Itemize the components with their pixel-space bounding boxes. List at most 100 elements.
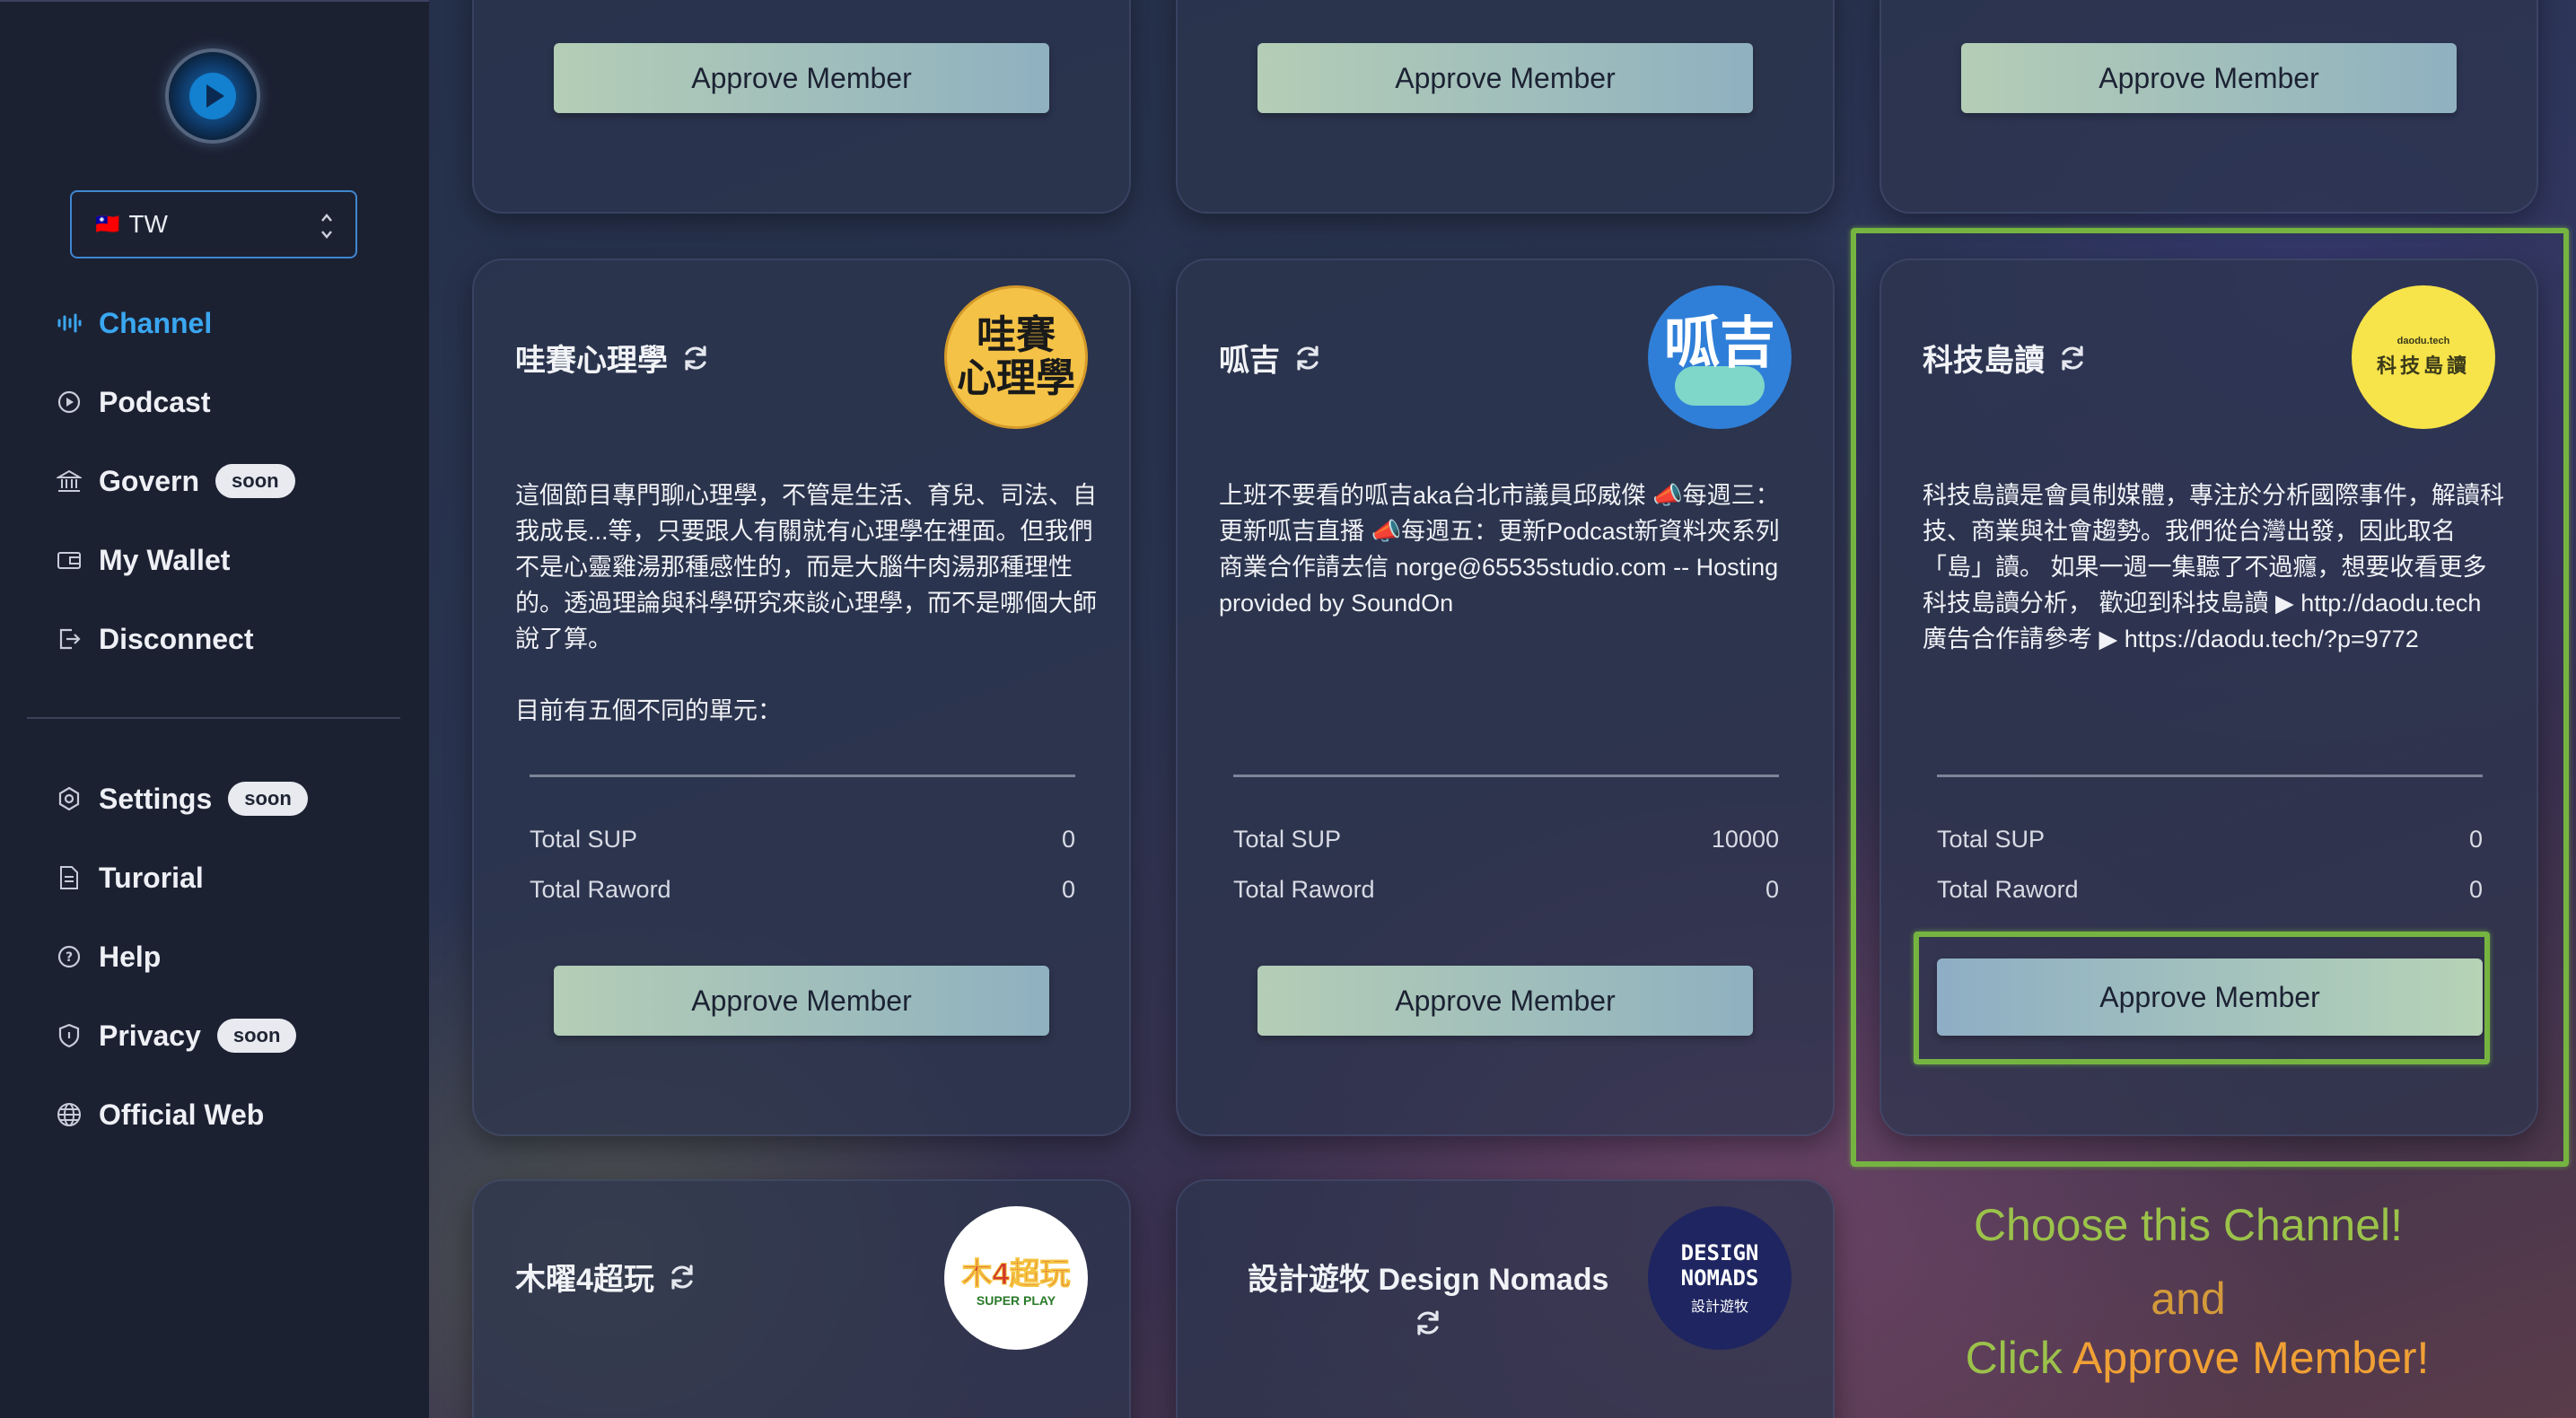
globe-icon [56, 1101, 83, 1128]
divider [1233, 775, 1779, 777]
nav-label: Disconnect [99, 622, 254, 655]
nav-label: My Wallet [99, 543, 231, 576]
total-sup-label: Total SUP [530, 826, 638, 853]
soon-badge: soon [216, 1019, 297, 1053]
description-text: 目前有五個不同的單元： [515, 697, 782, 724]
play-circle-icon [56, 389, 83, 416]
nav-label: Channel [99, 306, 213, 339]
nav-my-wallet[interactable]: My Wallet [56, 535, 230, 585]
channel-card[interactable]: 設計遊牧 Design Nomads DESIGN NOMADS 設計遊牧 [1176, 1179, 1835, 1418]
nav-disconnect[interactable]: Disconnect [56, 614, 253, 664]
nav-podcast[interactable]: Podcast [56, 377, 210, 427]
channel-card: Approve Member [1176, 0, 1835, 214]
channel-title: 木曜4超玩 [515, 1255, 697, 1299]
callout-line-2: and [2151, 1274, 2226, 1324]
help-icon: ? [56, 943, 83, 970]
channel-name: 呱吉 [1219, 344, 1280, 378]
nav-label: Privacy [99, 1019, 201, 1052]
nav-label: Help [99, 940, 162, 973]
avatar-text: 呱吉 [1663, 312, 1775, 374]
shield-icon [56, 1022, 83, 1049]
waveform-icon [56, 310, 83, 337]
description-text: 這個節目專門聊心理學，不管是生活、育兒、司法、自我成長...等，只要跟人有關就有… [515, 482, 1097, 652]
avatar-text: 哇賽 心理學 [957, 313, 1075, 400]
refresh-icon[interactable] [1292, 343, 1323, 373]
sidebar: 🇹🇼 TW Channel Podcast Govern soon My Wal… [0, 0, 429, 1418]
nav-label: Settings [99, 782, 213, 815]
nav-official-web[interactable]: Official Web [56, 1090, 264, 1140]
nav-label: Podcast [99, 385, 211, 418]
channel-title: 哇賽心理學 [515, 336, 711, 380]
nav-label: Turorial [99, 861, 204, 894]
nav-settings[interactable]: Settings soon [56, 774, 308, 824]
total-sup-row: Total SUP 10000 [1233, 826, 1779, 853]
document-icon [56, 864, 83, 891]
nav-help[interactable]: ? Help [56, 932, 161, 982]
channel-avatar: 木4超玩 SUPER PLAY [944, 1206, 1088, 1350]
refresh-icon[interactable] [667, 1262, 697, 1292]
main-content: Approve Member Approve Member Approve Me… [429, 0, 2576, 1418]
channel-avatar: 呱吉 [1648, 285, 1792, 429]
nav-tutorial[interactable]: Turorial [56, 853, 204, 903]
wallet-icon [56, 547, 83, 573]
total-sup-label: Total SUP [1233, 826, 1342, 853]
total-sup-value: 0 [1061, 826, 1075, 853]
nav-privacy[interactable]: Privacy soon [56, 1011, 297, 1061]
callout-line-1: Choose this Channel! [1973, 1200, 2404, 1250]
channel-card: Approve Member [1879, 0, 2538, 214]
nav-label: Official Web [99, 1098, 265, 1131]
callout-click: Click [1965, 1333, 2073, 1383]
nav-govern[interactable]: Govern soon [56, 456, 295, 506]
channel-card: Approve Member [472, 0, 1131, 214]
bank-icon [56, 468, 83, 495]
channel-description: 這個節目專門聊心理學，不管是生活、育兒、司法、自我成長...等，只要跟人有關就有… [515, 477, 1099, 747]
approve-member-button[interactable]: Approve Member [1257, 43, 1753, 113]
channel-avatar: 哇賽 心理學 [944, 285, 1088, 429]
nav-label: Govern [99, 464, 200, 497]
avatar-text: 木4超玩 [961, 1256, 1071, 1291]
channel-name: 哇賽心理學 [515, 344, 668, 378]
approve-member-button[interactable]: Approve Member [554, 43, 1049, 113]
total-reward-label: Total Raword [1233, 876, 1375, 903]
chevron-updown-icon [321, 214, 332, 239]
channel-description: 上班不要看的呱吉aka台北市議員邱威傑 📣每週三：更新呱吉直播 📣每週五：更新P… [1219, 477, 1802, 621]
total-reward-label: Total Raword [530, 876, 671, 903]
approve-member-button[interactable]: Approve Member [554, 966, 1049, 1036]
divider [530, 775, 1075, 777]
channel-card[interactable]: 呱吉 呱吉 上班不要看的呱吉aka台北市議員邱威傑 📣每週三：更新呱吉直播 📣每… [1176, 258, 1835, 1136]
channel-card[interactable]: 木曜4超玩 木4超玩 SUPER PLAY [472, 1179, 1131, 1418]
channel-name: 木曜4超玩 [515, 1263, 654, 1297]
avatar-subtext: SUPER PLAY [976, 1292, 1056, 1308]
total-sup-value: 10000 [1711, 826, 1779, 853]
svg-text:?: ? [66, 950, 73, 965]
total-reward-row: Total Raword 0 [1233, 876, 1779, 904]
region-select[interactable]: 🇹🇼 TW [70, 190, 357, 258]
refresh-icon[interactable] [1413, 1308, 1443, 1338]
approve-member-button[interactable]: Approve Member [1257, 966, 1753, 1036]
avatar-subtext: 設計遊牧 [1690, 1300, 1748, 1315]
description-text: 上班不要看的呱吉aka台北市議員邱威傑 📣每週三：更新呱吉直播 📣每週五：更新P… [1219, 482, 1780, 617]
soon-badge: soon [228, 782, 308, 816]
refresh-icon[interactable] [680, 343, 711, 373]
app-logo[interactable] [165, 48, 260, 144]
soon-badge: soon [215, 464, 295, 498]
flag-icon: 🇹🇼 [95, 213, 120, 235]
highlight-approve-button [1914, 932, 2490, 1064]
total-reward-value: 0 [1061, 876, 1075, 903]
region-value: TW [128, 210, 168, 238]
channel-title: 設計遊牧 Design Nomads [1248, 1255, 1608, 1338]
total-reward-row: Total Raword 0 [530, 876, 1075, 904]
channel-title: 呱吉 [1219, 336, 1323, 380]
channel-name: 設計遊牧 Design Nomads [1248, 1263, 1609, 1297]
logout-icon [56, 626, 83, 652]
avatar-text: DESIGN NOMADS [1680, 1240, 1759, 1291]
settings-icon [56, 785, 83, 812]
logo-play-icon [189, 73, 236, 119]
callout-approve: Approve Member! [2072, 1333, 2430, 1383]
approve-member-button[interactable]: Approve Member [1961, 43, 2457, 113]
nav-channel[interactable]: Channel [56, 298, 212, 348]
channel-card[interactable]: 哇賽心理學 哇賽 心理學 這個節目專門聊心理學，不管是生活、育兒、司法、自我成長… [472, 258, 1131, 1136]
callout-line-3: Click Approve Member! [1883, 1332, 2511, 1384]
channel-avatar: DESIGN NOMADS 設計遊牧 [1648, 1206, 1792, 1350]
total-sup-row: Total SUP 0 [530, 826, 1075, 853]
